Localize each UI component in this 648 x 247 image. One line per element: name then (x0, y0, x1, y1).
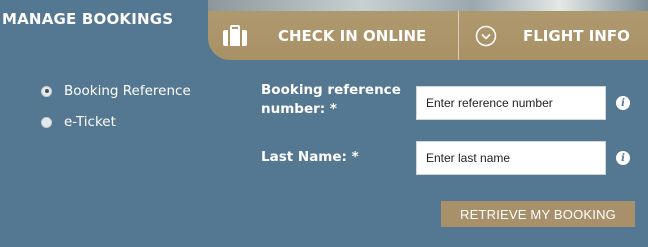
booking-reference-label: Booking reference number: * (261, 82, 401, 117)
chevron-down-circle-icon (475, 25, 497, 47)
tab-flight-info[interactable]: FLIGHT INFO (459, 11, 648, 60)
booking-reference-input[interactable] (416, 86, 606, 120)
tab-strip: CHECK IN ONLINE FLIGHT INFO (208, 0, 648, 60)
last-name-label: Last Name: * (261, 149, 359, 165)
tab-check-in-online-label: CHECK IN ONLINE (278, 26, 427, 45)
tab-check-in-online[interactable]: CHECK IN ONLINE (222, 11, 458, 60)
retrieve-booking-button[interactable]: RETRIEVE MY BOOKING (441, 201, 635, 227)
radio-e-ticket[interactable]: e-Ticket (41, 114, 116, 130)
radio-booking-reference[interactable]: Booking Reference (41, 83, 191, 99)
manage-bookings-title: MANAGE BOOKINGS (2, 10, 174, 28)
reference-info-icon[interactable]: i (616, 96, 630, 110)
suitcase-icon (222, 24, 248, 47)
radio-e-ticket-label: e-Ticket (64, 114, 116, 130)
radio-dot[interactable] (41, 116, 52, 128)
radio-dot-selected[interactable] (41, 85, 52, 97)
radio-booking-reference-label: Booking Reference (64, 83, 191, 99)
tab-flight-info-label: FLIGHT INFO (523, 26, 630, 45)
last-name-info-icon[interactable]: i (616, 151, 630, 165)
last-name-input[interactable] (416, 141, 606, 175)
